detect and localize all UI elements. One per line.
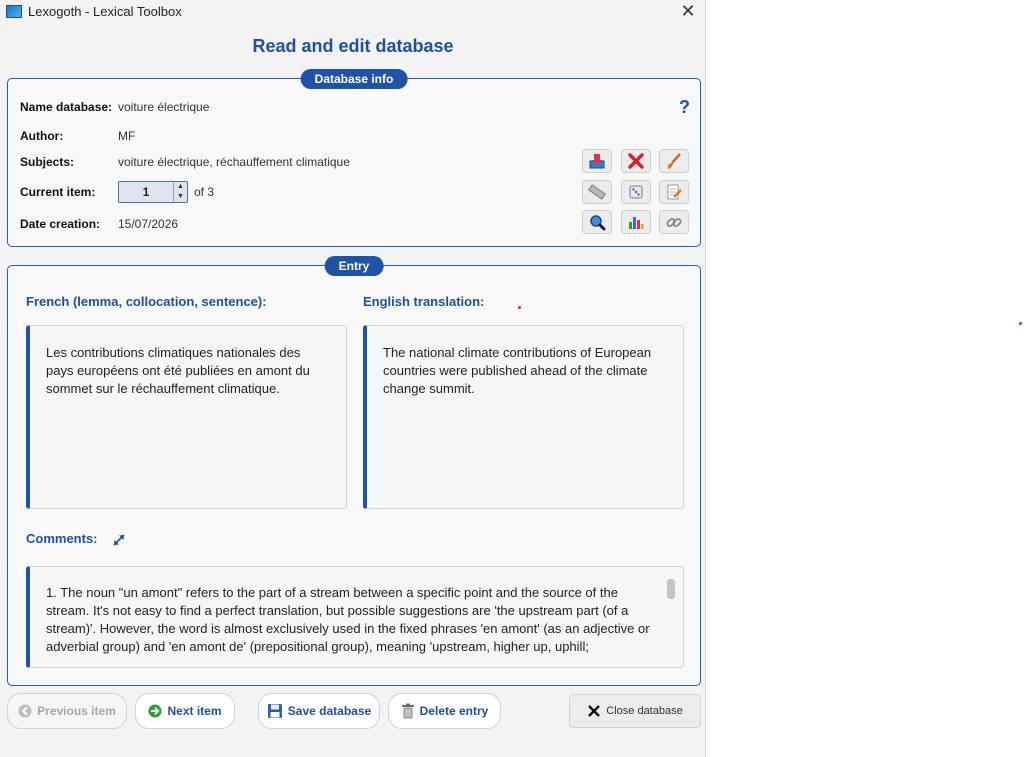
previous-item-label: Previous item: [37, 704, 116, 718]
comments-label: Comments:: [26, 531, 98, 546]
title-bar: Lexogoth - Lexical Toolbox ✕: [0, 0, 706, 22]
search-icon: [590, 215, 606, 231]
delete-entry-button[interactable]: Delete entry: [388, 693, 501, 729]
save-database-label: Save database: [287, 704, 372, 718]
dice-icon: [629, 185, 643, 199]
next-item-button[interactable]: Next item: [135, 693, 235, 729]
search-button[interactable]: [582, 210, 612, 234]
window-title: Lexogoth - Lexical Toolbox: [28, 3, 182, 19]
red-cursor-dot-outside: [1019, 322, 1022, 325]
subjects-row: Subjects: voiture électrique, réchauffem…: [20, 155, 350, 169]
save-database-button[interactable]: Save database: [258, 693, 380, 729]
french-text-field[interactable]: Les contributions climatiques nationales…: [26, 325, 347, 509]
current-item-row: Current item: 1 ▲ ▼ of 3: [20, 181, 214, 203]
app-window: Lexogoth - Lexical Toolbox ✕ Read and ed…: [0, 0, 706, 757]
date-row: Date creation: 15/07/2026: [20, 217, 178, 231]
app-logo-icon: [6, 4, 22, 18]
date-value: 15/07/2026: [118, 217, 179, 231]
brush-icon: [667, 153, 681, 169]
subjects-label: Subjects:: [20, 155, 75, 169]
comments-text-field[interactable]: 1. The noun "un amont" refers to the par…: [26, 566, 684, 668]
database-info-panel: Database info ? Name database: voiture é…: [7, 69, 701, 247]
edit-note-icon: [667, 184, 682, 200]
current-item-value[interactable]: 1: [119, 182, 173, 202]
chart-icon: [629, 217, 644, 229]
close-window-button[interactable]: ✕: [676, 0, 700, 22]
next-item-label: Next item: [167, 704, 222, 718]
author-value: MF: [118, 129, 136, 143]
english-text-field[interactable]: The national climate contributions of Eu…: [363, 325, 684, 509]
link-button[interactable]: [659, 210, 689, 234]
import-icon: [589, 154, 605, 169]
spinner-down-icon[interactable]: ▼: [174, 192, 187, 202]
previous-item-button[interactable]: Previous item: [7, 693, 127, 729]
item-count: of 3: [194, 185, 215, 199]
brush-button[interactable]: [659, 149, 689, 173]
delete-x-icon: [628, 153, 644, 169]
statistics-button[interactable]: [621, 210, 651, 234]
comments-text: 1. The noun "un amont" refers to the par…: [46, 585, 650, 654]
french-label: French (lemma, collocation, sentence):: [26, 294, 267, 309]
author-label: Author:: [20, 129, 64, 143]
floppy-disk-icon: [267, 704, 282, 718]
trash-icon: [401, 703, 414, 719]
name-label: Name database:: [20, 100, 113, 114]
ruler-icon: [588, 184, 606, 200]
import-button[interactable]: [582, 149, 612, 173]
ruler-button[interactable]: [582, 180, 612, 204]
author-row: Author: MF: [20, 129, 135, 143]
name-value: voiture électrique: [118, 100, 210, 114]
comments-scrollbar[interactable]: [667, 579, 675, 599]
date-label: Date creation:: [20, 217, 101, 231]
random-button[interactable]: [621, 180, 651, 204]
edit-note-button[interactable]: [659, 180, 689, 204]
delete-database-button[interactable]: [621, 149, 651, 173]
expand-comments-icon[interactable]: [112, 533, 126, 547]
close-x-icon: [588, 705, 601, 717]
entry-tag: Entry: [324, 256, 384, 276]
page-title: Read and edit database: [252, 36, 454, 56]
current-item-spinner[interactable]: 1 ▲ ▼: [118, 181, 188, 203]
database-info-tag: Database info: [300, 69, 408, 89]
arrow-right-icon: [148, 704, 162, 718]
link-icon: [666, 218, 682, 227]
help-icon[interactable]: ?: [679, 97, 690, 118]
entry-panel: Entry French (lemma, collocation, senten…: [7, 256, 701, 686]
spinner-up-icon[interactable]: ▲: [174, 182, 187, 192]
english-label: English translation:: [363, 294, 485, 309]
name-row: Name database: voiture électrique: [20, 100, 209, 114]
close-database-label: Close database: [606, 705, 683, 717]
current-item-label: Current item:: [20, 185, 96, 199]
red-cursor-dot: [518, 306, 521, 309]
subjects-value: voiture électrique, réchauffement climat…: [118, 155, 350, 169]
delete-entry-label: Delete entry: [419, 704, 489, 718]
arrow-left-icon: [18, 704, 32, 718]
close-database-button[interactable]: Close database: [569, 694, 701, 728]
